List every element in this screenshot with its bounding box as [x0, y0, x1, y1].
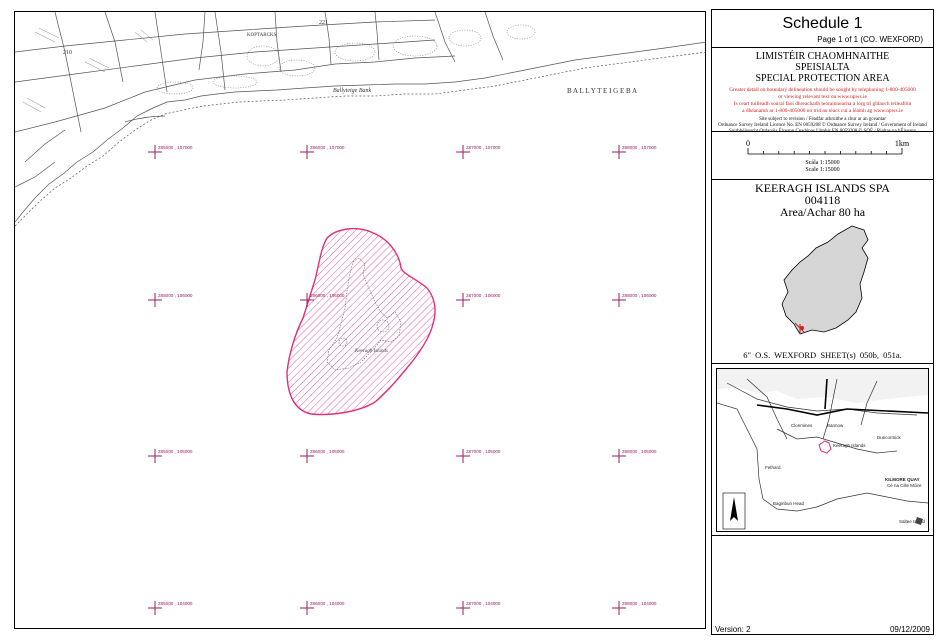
- locator-label-kilmore: KILMORE QUAY: [885, 477, 920, 482]
- label-ballyteige-bank: Ballyteige Bank: [333, 88, 371, 94]
- site-location-marker: [800, 326, 804, 330]
- notice-red-4: a dhéanamh ar 1-800-405000 nó tríd an té…: [742, 108, 903, 114]
- title-block: Schedule 1 Page 1 of 1 (CO. WEXFORD): [712, 10, 933, 48]
- grid-coordinate-label: 288000 , 105000: [622, 449, 657, 454]
- site-area: Area/Achar 80 ha: [779, 205, 866, 219]
- grid-coordinate-label: 288000 , 104000: [622, 601, 657, 606]
- grid-coordinate-label: 287000 , 104000: [466, 601, 501, 606]
- locator-svg: Keeragh Islands KILMORE QUAY Cé na Cille…: [717, 369, 928, 530]
- designation-irish-2: SPEISIALTA: [795, 62, 850, 73]
- designation-english: SPECIAL PROTECTION AREA: [755, 73, 890, 84]
- spa-boundary[interactable]: [286, 227, 436, 416]
- ireland-outline-map: [781, 225, 869, 335]
- locator-label-fethard: Fethard: [765, 465, 781, 470]
- grid-coordinate-label: 286000 , 105000: [310, 449, 345, 454]
- grid-coordinate-label: 285000 , 106000: [158, 293, 193, 298]
- topo-land: [15, 12, 705, 227]
- grid-coordinate-label: 285000 , 105000: [158, 449, 193, 454]
- locator-label-bannow: Bannow: [827, 423, 844, 428]
- grid-coordinate-label: 286000 , 107000: [310, 145, 345, 150]
- sheet-info: 6" O.S. WEXFORD SHEET(s) 050b, 051a.: [743, 350, 902, 360]
- grid-coordinate-label: 285000 , 104000: [158, 601, 193, 606]
- map-canvas[interactable]: B A L L Y T E I G E B A Ballyteige Bank …: [14, 11, 706, 629]
- version-label: Version: 2: [715, 625, 751, 634]
- locator-label-keeragh: Keeragh Islands: [833, 443, 866, 448]
- scale-bar: 0 1km: [746, 139, 910, 155]
- locator-label-duncormick: Duncormick: [877, 435, 902, 440]
- designation-irish-1: LIMISTÉIR CHAOMHNAITHE: [755, 51, 890, 62]
- label-goldcrook: KOPTARCKS: [247, 33, 277, 38]
- schedule-panel: Schedule 1 Page 1 of 1 (CO. WEXFORD) LIM…: [711, 9, 934, 635]
- grid-coordinate-label: 287000 , 105000: [466, 449, 501, 454]
- notice-red-2: or viewing relevant text on www.npws.ie: [778, 94, 867, 100]
- designation-block: LIMISTÉIR CHAOMHNAITHE SPEISIALTA SPECIA…: [712, 48, 933, 134]
- notice-small-2: Ordnance Survey Ireland Licence No. EN 0…: [718, 122, 927, 128]
- date-label: 09/12/2009: [889, 625, 930, 634]
- scale-english: Scale 1:15000: [805, 167, 840, 173]
- locator-block: Keeragh Islands KILMORE QUAY Cé na Cille…: [712, 364, 933, 536]
- scale-km-label: 1km: [895, 139, 910, 148]
- notice-red-3: Is ceart tuilleadh sonraí faoi dhreachad…: [733, 101, 912, 107]
- grid-coordinate-label: 288000 , 107000: [622, 145, 657, 150]
- map-svg: B A L L Y T E I G E B A Ballyteige Bank …: [15, 12, 705, 615]
- page-info: Page 1 of 1 (CO. WEXFORD): [817, 35, 923, 44]
- scale-zero-label: 0: [746, 139, 750, 148]
- grid-coordinate-label: 287000 , 106000: [466, 293, 501, 298]
- locator-label-clonmines: Clonmines: [791, 423, 813, 428]
- label-spot-210: 210: [63, 50, 72, 56]
- scale-irish: Scála 1:15000: [805, 160, 840, 166]
- site-block: KEERAGH ISLANDS SPA 004118 Area/Achar 80…: [712, 180, 933, 364]
- label-ballyteige: B A L L Y T E I G E B A: [567, 87, 637, 95]
- grid-coordinate-label: 285000 , 107000: [158, 145, 193, 150]
- label-island: Keeragh Islands: [354, 349, 388, 354]
- grid-coordinate-label: 288000 , 106000: [622, 293, 657, 298]
- grid-crosses: 285000 , 107000 286000 , 107000 287000 , 1…: [148, 145, 657, 615]
- notice-red-1: Greater detail on boundary delineation s…: [729, 87, 916, 93]
- footer-row: Version: 2 09/12/2009: [712, 623, 933, 634]
- locator-label-baginbun: Baginbun Head: [773, 501, 805, 506]
- locator-map: Keeragh Islands KILMORE QUAY Cé na Cille…: [716, 368, 929, 532]
- grid-coordinate-label: 286000 , 104000: [310, 601, 345, 606]
- locator-label-kilmore-irish: Cé na Cille Móire: [887, 483, 922, 488]
- grid-coordinate-label: 287000 , 107000: [466, 145, 501, 150]
- schedule-title: Schedule 1: [782, 15, 863, 32]
- grid-coordinate-label: 286000 , 106000: [310, 293, 345, 298]
- label-spot-221: 221: [319, 20, 328, 26]
- scale-block: 0 1km Scála 1:15000 Scale 1:15000: [712, 132, 933, 180]
- topo-dunes: [156, 24, 536, 95]
- topo-field-hatch: [22, 27, 154, 113]
